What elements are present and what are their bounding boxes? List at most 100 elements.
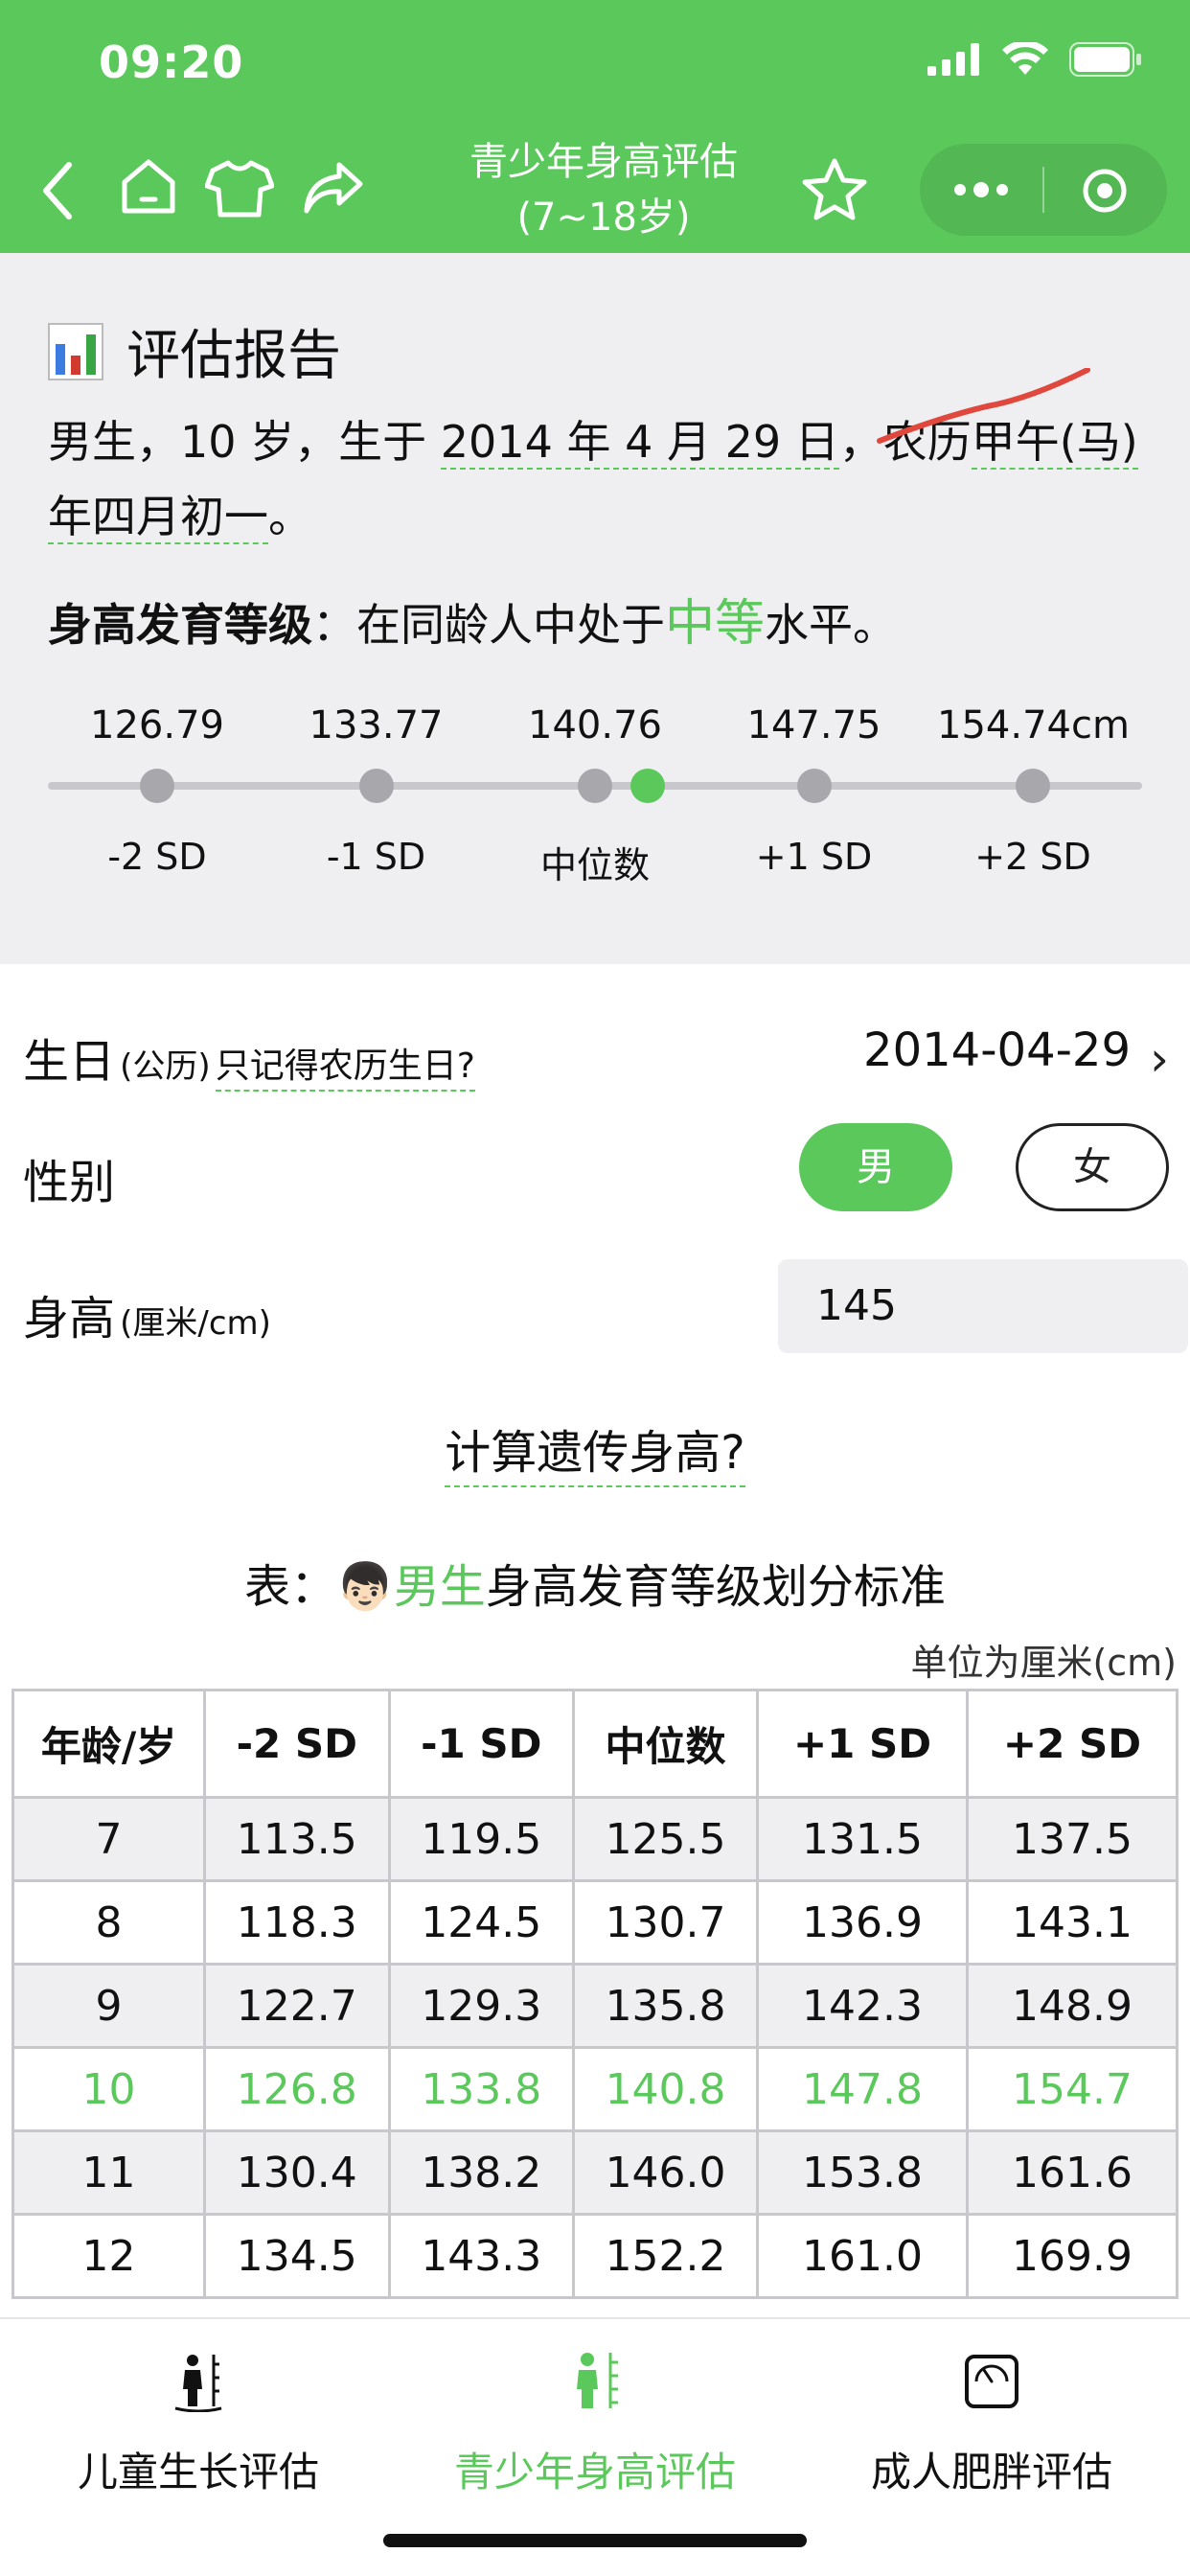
- star-icon[interactable]: [801, 157, 868, 222]
- birthday-value[interactable]: 2014-04-29: [863, 1024, 1131, 1077]
- header-plus1sd: +1 SD: [756, 1689, 969, 1799]
- table-row: 12 134.5 143.3 152.2 161.0 169.9: [11, 2213, 1179, 2299]
- table-row: 8 118.3 124.5 130.7 136.9 143.1: [11, 1879, 1179, 1966]
- cell-value: 124.5: [387, 1879, 576, 1966]
- birthday-row[interactable]: 生日 (公历) 只记得农历生日? 2014-04-29 ›: [23, 1024, 1169, 1092]
- cell-age: 7: [11, 1796, 206, 1882]
- height-input[interactable]: 145: [778, 1259, 1188, 1353]
- cell-value: 146.0: [572, 2129, 760, 2216]
- cell-value: 119.5: [387, 1796, 576, 1882]
- miniprogram-capsule: [920, 144, 1167, 236]
- scale-dot: [358, 769, 394, 803]
- tab-child-growth-label: 儿童生长评估: [77, 2449, 319, 2496]
- report-title: 评估报告: [126, 325, 341, 387]
- tab-teen-height[interactable]: 青少年身高评估: [397, 2338, 793, 2498]
- cell-value: 142.3: [756, 1963, 969, 2049]
- scale-dot: [1016, 769, 1050, 803]
- share-icon[interactable]: [303, 161, 364, 215]
- header-median: 中位数: [572, 1689, 760, 1799]
- top-bar: 09:20 青少年身高评估 (7~18岁): [0, 0, 1190, 253]
- header-minus2sd: -2 SD: [203, 1689, 391, 1799]
- birthday-label: 生日: [23, 1035, 116, 1089]
- teen-ruler-icon: [577, 2353, 618, 2408]
- height-row: 身高 (厘米/cm) 145: [23, 1259, 1188, 1353]
- grade-pre: ：在同龄人中处于: [312, 599, 665, 651]
- home-indicator: [383, 2534, 807, 2547]
- scale-value: 154.74cm: [937, 703, 1130, 748]
- report-heading: 评估报告: [48, 312, 341, 390]
- home-icon[interactable]: [119, 157, 178, 217]
- tab-adult-obesity-label: 成人肥胖评估: [870, 2449, 1112, 2496]
- back-icon[interactable]: [38, 161, 77, 220]
- shirt-icon[interactable]: [205, 159, 274, 218]
- cell-value: 153.8: [756, 2129, 969, 2216]
- scale-label: -1 SD: [326, 836, 426, 878]
- sd-scale: 126.79 -2 SD 133.77 -1 SD 140.76 中位数 147.75 +1 …: [48, 703, 1142, 886]
- cell-value: 126.8: [203, 2046, 391, 2132]
- table-row: 11 130.4 138.2 146.0 153.8 161.6: [11, 2129, 1179, 2216]
- cell-value: 154.7: [966, 2046, 1179, 2132]
- cell-value: 143.3: [387, 2213, 576, 2299]
- cell-value: 143.1: [966, 1879, 1179, 1966]
- scale-value: 126.79: [90, 703, 224, 748]
- lunar-birthday-link[interactable]: 只记得农历生日?: [215, 1046, 475, 1092]
- birthday-sub: (公历): [120, 1047, 211, 1086]
- tab-child-growth[interactable]: 儿童生长评估: [0, 2338, 397, 2498]
- genetic-height-link-row: 计算遗传身高?: [0, 1414, 1190, 1487]
- summary-lead: 男生，10 岁，生于: [48, 416, 441, 468]
- summary-end: 。: [268, 491, 312, 542]
- signal-icon: [927, 43, 979, 76]
- cell-value: 122.7: [203, 1963, 391, 2049]
- gender-female-button[interactable]: 女: [1016, 1123, 1169, 1211]
- close-target-icon[interactable]: [1081, 167, 1129, 215]
- cell-age: 10: [11, 2046, 206, 2132]
- cell-value: 125.5: [572, 1796, 760, 1882]
- height-label: 身高: [23, 1292, 116, 1346]
- current-height-marker: [629, 769, 665, 803]
- scale-label: 中位数: [539, 844, 650, 886]
- scale-dot: [796, 769, 832, 803]
- boy-emoji-icon: 👦🏻: [336, 1560, 394, 1614]
- cell-value: 152.2: [572, 2213, 760, 2299]
- gender-male-button[interactable]: 男: [799, 1123, 952, 1211]
- status-time: 09:20: [99, 36, 244, 88]
- scale-dot: [578, 769, 612, 803]
- cell-value: 134.5: [203, 2213, 391, 2299]
- cell-value: 161.6: [966, 2129, 1179, 2216]
- cell-value: 130.7: [572, 1879, 760, 1966]
- height-sub: (厘米/cm): [120, 1304, 271, 1343]
- summary-date[interactable]: 2014 年 4 月 29 日: [440, 416, 839, 470]
- genetic-height-link[interactable]: 计算遗传身高?: [445, 1426, 745, 1487]
- table-unit: 单位为厘米(cm): [910, 1642, 1177, 1684]
- gender-row: 性别 男 女: [23, 1123, 1169, 1215]
- capsule-divider: [1042, 167, 1044, 213]
- child-ruler-icon: [174, 2355, 222, 2412]
- table-title-pre: 表：: [244, 1560, 337, 1614]
- cell-value: 147.8: [756, 2046, 969, 2132]
- header-age: 年龄/岁: [11, 1689, 206, 1799]
- page-title-line1: 青少年身高评估: [469, 140, 738, 184]
- chevron-right-icon[interactable]: ›: [1150, 1031, 1169, 1087]
- tab-adult-obesity[interactable]: 成人肥胖评估: [793, 2338, 1190, 2498]
- table-title: 表：👦🏻男生身高发育等级划分标准: [0, 1549, 1190, 1616]
- scale-label: +1 SD: [755, 836, 873, 878]
- cell-value: 161.0: [756, 2213, 969, 2299]
- cell-value: 118.3: [203, 1879, 391, 1966]
- cell-value: 169.9: [966, 2213, 1179, 2299]
- cell-age: 9: [11, 1963, 206, 2049]
- tab-teen-height-label: 青少年身高评估: [453, 2449, 736, 2496]
- header-minus1sd: -1 SD: [387, 1689, 576, 1799]
- battery-icon: [1069, 42, 1141, 77]
- gender-label: 性别: [23, 1156, 116, 1209]
- report-panel: 评估报告 男生，10 岁，生于 2014 年 4 月 29 日，农历甲午(马)年…: [0, 253, 1190, 964]
- more-icon[interactable]: [952, 180, 1010, 199]
- table-title-gender: 男生: [393, 1560, 486, 1614]
- table-title-post: 身高发育等级划分标准: [485, 1560, 946, 1614]
- scale-label: +2 SD: [974, 836, 1091, 878]
- cell-value: 131.5: [756, 1796, 969, 1882]
- cell-value: 129.3: [387, 1963, 576, 2049]
- cell-value: 140.8: [572, 2046, 760, 2132]
- cell-value: 113.5: [203, 1796, 391, 1882]
- status-icons: [927, 42, 1142, 77]
- page-title-line2: (7~18岁): [516, 196, 691, 240]
